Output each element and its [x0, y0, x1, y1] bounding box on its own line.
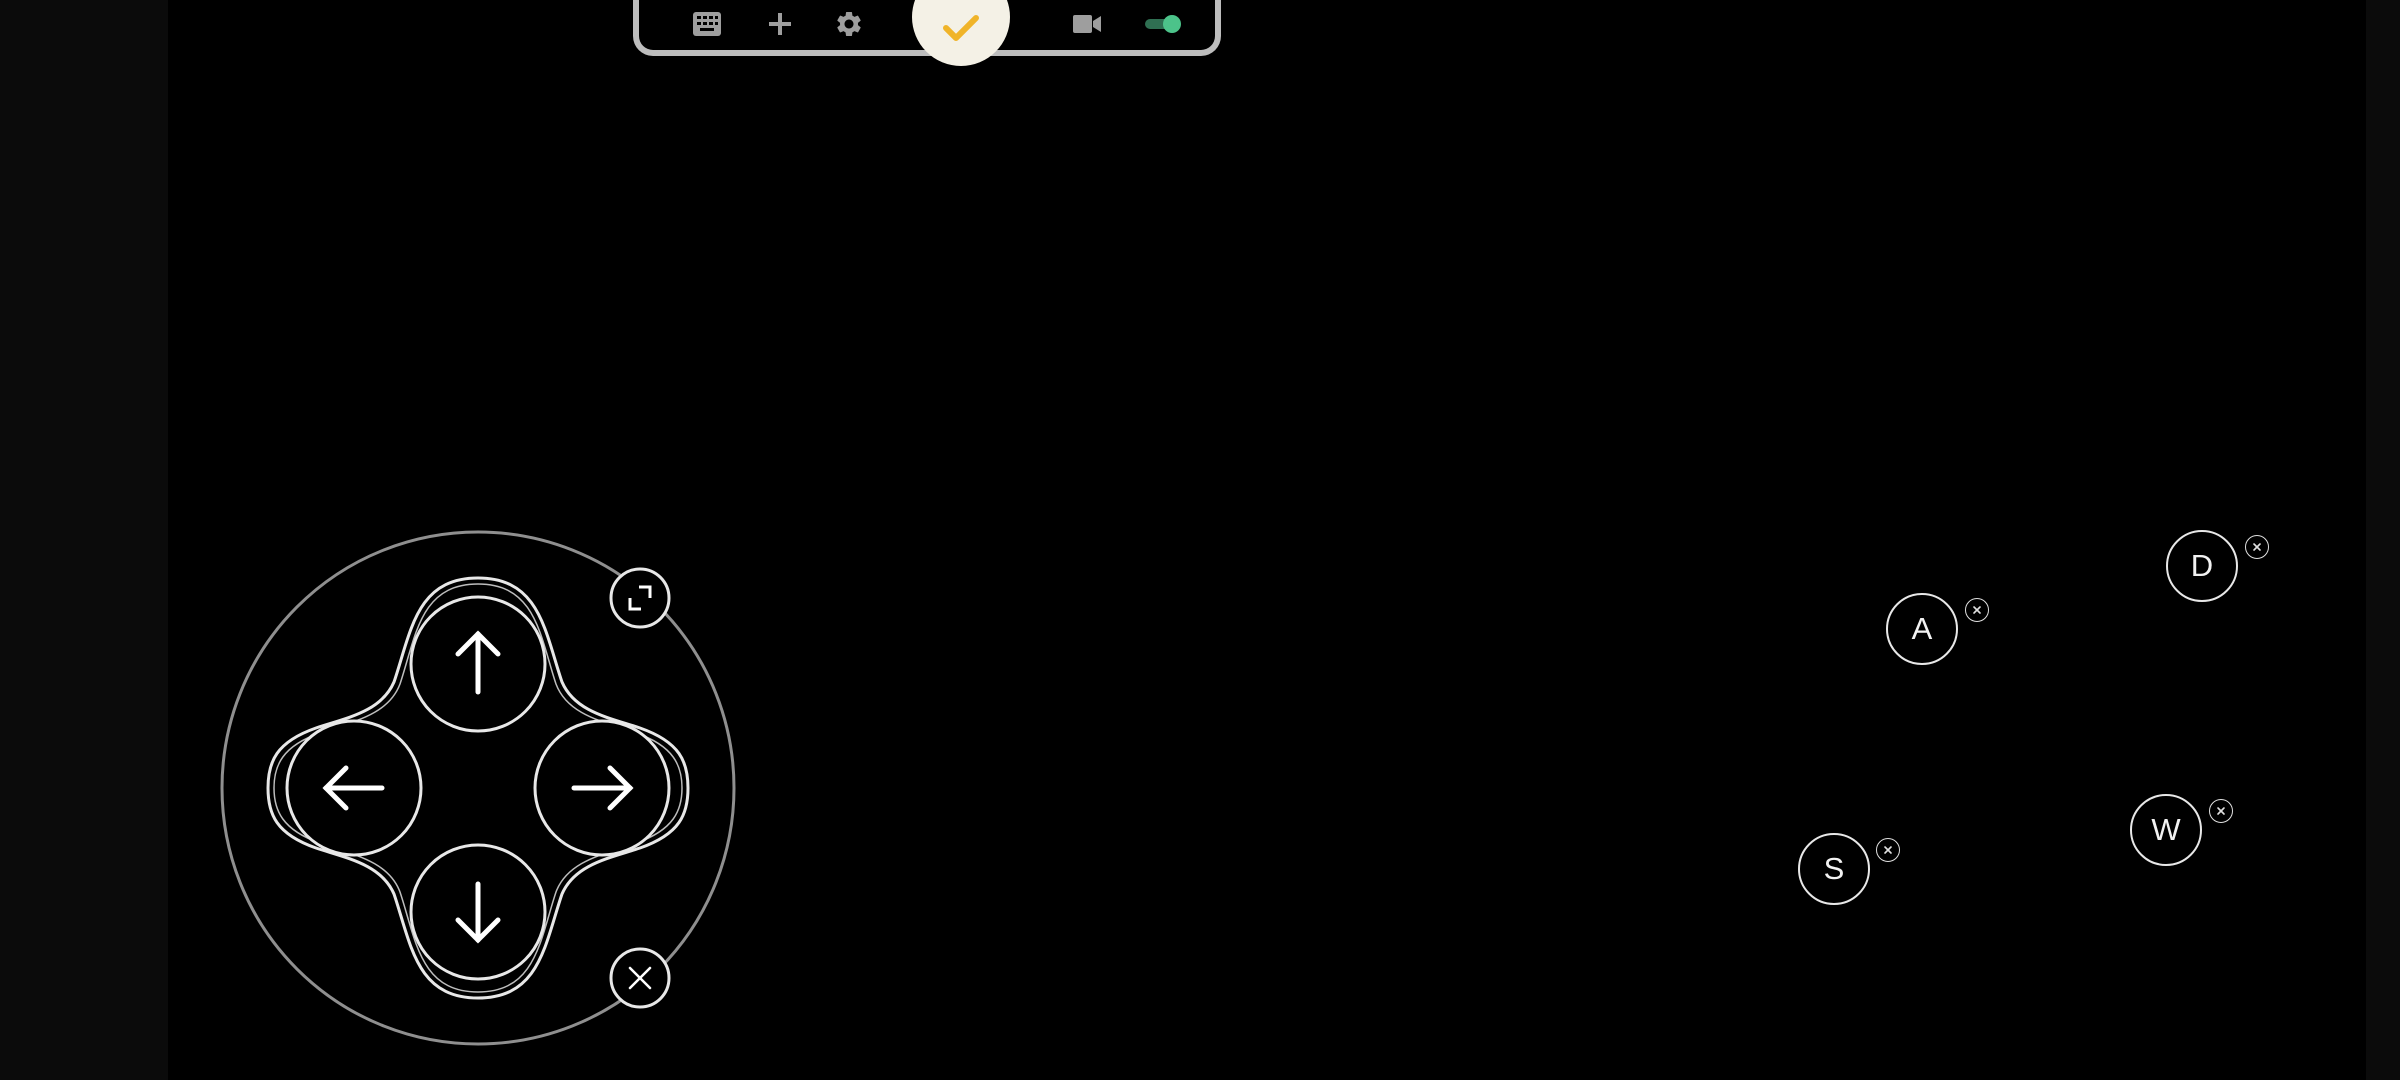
key-w-label: W — [2151, 812, 2181, 847]
key-s-button[interactable]: S — [1798, 833, 1870, 905]
close-icon — [1973, 606, 1981, 614]
key-s-label: S — [1823, 851, 1845, 886]
key-a-label: A — [1911, 611, 1933, 646]
close-icon — [1884, 846, 1892, 854]
dpad-left-button[interactable] — [285, 719, 423, 857]
key-d-button[interactable]: D — [2166, 530, 2238, 602]
key-a-remove-button[interactable] — [1965, 598, 1989, 622]
key-w-remove-button[interactable] — [2209, 799, 2233, 823]
key-a-button[interactable]: A — [1886, 593, 1958, 665]
key-d-label: D — [2190, 548, 2214, 583]
dpad-right-button[interactable] — [533, 719, 671, 857]
dpad-layer — [220, 530, 736, 1046]
dpad-remove-button[interactable] — [609, 947, 671, 1009]
key-d-remove-button[interactable] — [2245, 535, 2269, 559]
close-icon — [2217, 807, 2225, 815]
dpad-up-button[interactable] — [409, 595, 547, 733]
game-stage: D A W S — [0, 0, 2400, 1080]
close-icon — [2253, 543, 2261, 551]
dpad-down-button[interactable] — [409, 843, 547, 981]
dpad-resize-button[interactable] — [609, 567, 671, 629]
key-w-button[interactable]: W — [2130, 794, 2202, 866]
key-s-remove-button[interactable] — [1876, 838, 1900, 862]
